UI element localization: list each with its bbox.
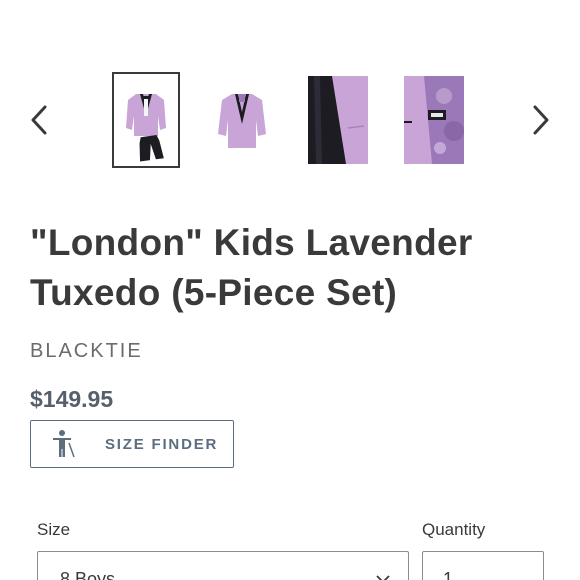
- size-finder-label: SIZE FINDER: [105, 436, 219, 453]
- quantity-input-value: 1: [443, 569, 454, 580]
- thumbnail-lapel-closeup[interactable]: [304, 72, 372, 168]
- product-thumbnail-carousel: [0, 72, 580, 170]
- chevron-down-icon: [376, 575, 390, 580]
- carousel-prev-button[interactable]: [24, 100, 54, 140]
- chevron-right-icon: [533, 105, 549, 135]
- size-select[interactable]: 8 Boys: [37, 551, 409, 580]
- tuxedo-full-set-image: [116, 76, 176, 164]
- thumbnail-jacket[interactable]: [208, 72, 276, 168]
- chevron-left-icon: [31, 105, 47, 135]
- product-title: "London" Kids Lavender Tuxedo (5-Piece S…: [30, 222, 473, 313]
- thumbnail-lining-closeup[interactable]: [400, 72, 468, 168]
- product-price: $149.95: [30, 386, 114, 412]
- quantity-label: Quantity: [422, 520, 486, 539]
- size-select-value: 8 Boys: [60, 569, 116, 580]
- quantity-input[interactable]: 1: [422, 551, 544, 580]
- size-label: Size: [37, 520, 71, 539]
- size-finder-button[interactable]: SIZE FINDER: [30, 420, 234, 468]
- tuxedo-jacket-image: [212, 76, 272, 164]
- product-vendor: BLACKTIE: [30, 340, 143, 362]
- thumbnail-full-set[interactable]: [112, 72, 180, 168]
- lapel-closeup-image: [308, 76, 368, 164]
- lining-closeup-image: [404, 76, 464, 164]
- person-measure-icon: [53, 430, 75, 458]
- carousel-next-button[interactable]: [526, 100, 556, 140]
